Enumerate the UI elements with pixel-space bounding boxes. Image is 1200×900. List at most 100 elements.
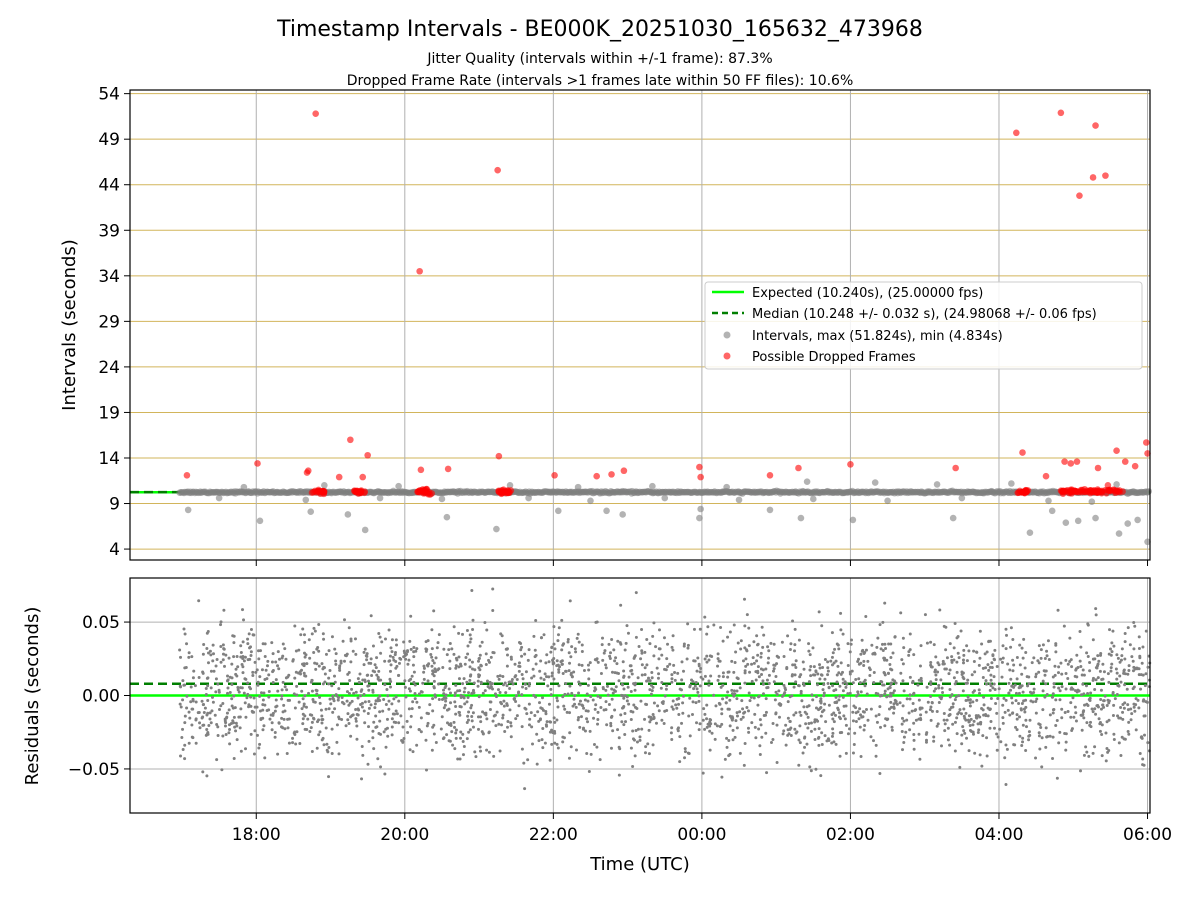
residual-point [471,688,475,692]
residual-point [1044,682,1048,686]
residual-point [814,670,818,674]
residual-point [813,718,817,722]
residual-point [517,704,521,708]
residual-point [179,754,183,758]
residual-point [395,643,399,647]
residual-point [811,698,815,702]
residual-point [302,702,306,706]
residual-point [683,750,687,754]
residual-point [705,654,709,658]
residual-point [929,694,933,698]
residual-point [242,618,246,622]
residual-point [1097,717,1101,721]
residual-point [284,676,288,680]
residual-point [445,721,449,725]
residual-point [519,648,523,652]
residual-point [397,721,401,725]
interval-point [1026,529,1034,536]
residual-point [263,756,267,760]
interval-point [1045,497,1052,505]
residual-point [241,665,245,669]
residual-point [1130,655,1134,659]
residual-point [1057,741,1061,745]
residual-point [932,643,936,647]
residual-point [308,656,312,660]
residual-point [436,641,440,645]
residual-point [505,647,509,651]
residual-point [1095,704,1099,708]
dropped-frame-point [495,452,503,460]
residual-point [287,741,291,745]
residual-point [568,684,572,688]
residual-point [344,724,348,728]
residual-point [883,724,887,728]
residual-point [622,723,626,727]
residual-point [445,733,449,737]
residual-point [369,657,373,661]
residual-point [271,670,275,674]
residual-point [545,724,549,728]
residual-point [450,647,454,651]
residual-point [785,667,789,671]
residual-point [1009,626,1013,630]
residual-point [1094,678,1098,682]
residual-point [1048,713,1052,717]
residual-point [432,685,436,689]
residual-point [315,692,319,696]
residual-point [340,700,344,704]
residual-point [829,659,833,663]
interval-point [649,482,656,490]
residual-point [509,735,513,739]
residual-point [719,626,723,630]
residual-point [467,730,471,734]
residual-point [964,711,968,715]
residual-point [403,685,407,689]
residual-point [1004,783,1008,787]
residual-point [285,752,289,756]
residual-point [288,698,292,702]
residual-point [987,640,991,644]
residual-point [937,686,941,690]
residual-point [686,643,690,647]
residual-point [871,739,875,743]
residual-point [901,704,905,708]
residual-point [649,692,653,696]
residual-point [631,737,635,741]
residual-point [209,686,213,690]
residual-point [459,736,463,740]
residual-point [939,678,943,682]
residual-point [382,730,386,734]
residual-point [347,670,351,674]
residual-point [709,674,713,678]
residual-point [1093,745,1097,749]
legend-dropped-label: Possible Dropped Frames [752,350,916,365]
residual-point [286,726,290,730]
residual-point [887,707,891,711]
residual-point [391,655,395,659]
residual-point [1143,714,1147,718]
residual-point [183,666,187,670]
residual-point [923,613,927,617]
residual-point [695,721,699,725]
residual-point [365,652,369,656]
residual-point [252,696,256,700]
dropped-frame-point [494,166,501,174]
residual-point [1086,622,1090,626]
residual-point [316,720,320,724]
residual-point [609,724,613,728]
residual-point [219,623,223,627]
residual-point [1027,730,1031,734]
residual-point [1064,687,1068,691]
residual-point [690,712,694,716]
residual-point [179,655,183,659]
residual-point [725,736,729,740]
residual-point [671,634,675,638]
residual-point [1127,664,1131,668]
residual-point [623,648,627,652]
residual-point [849,642,853,646]
residual-point [942,624,946,628]
residual-point [515,678,519,682]
residual-point [782,729,786,733]
residual-point [501,641,505,645]
residual-point [1023,666,1027,670]
